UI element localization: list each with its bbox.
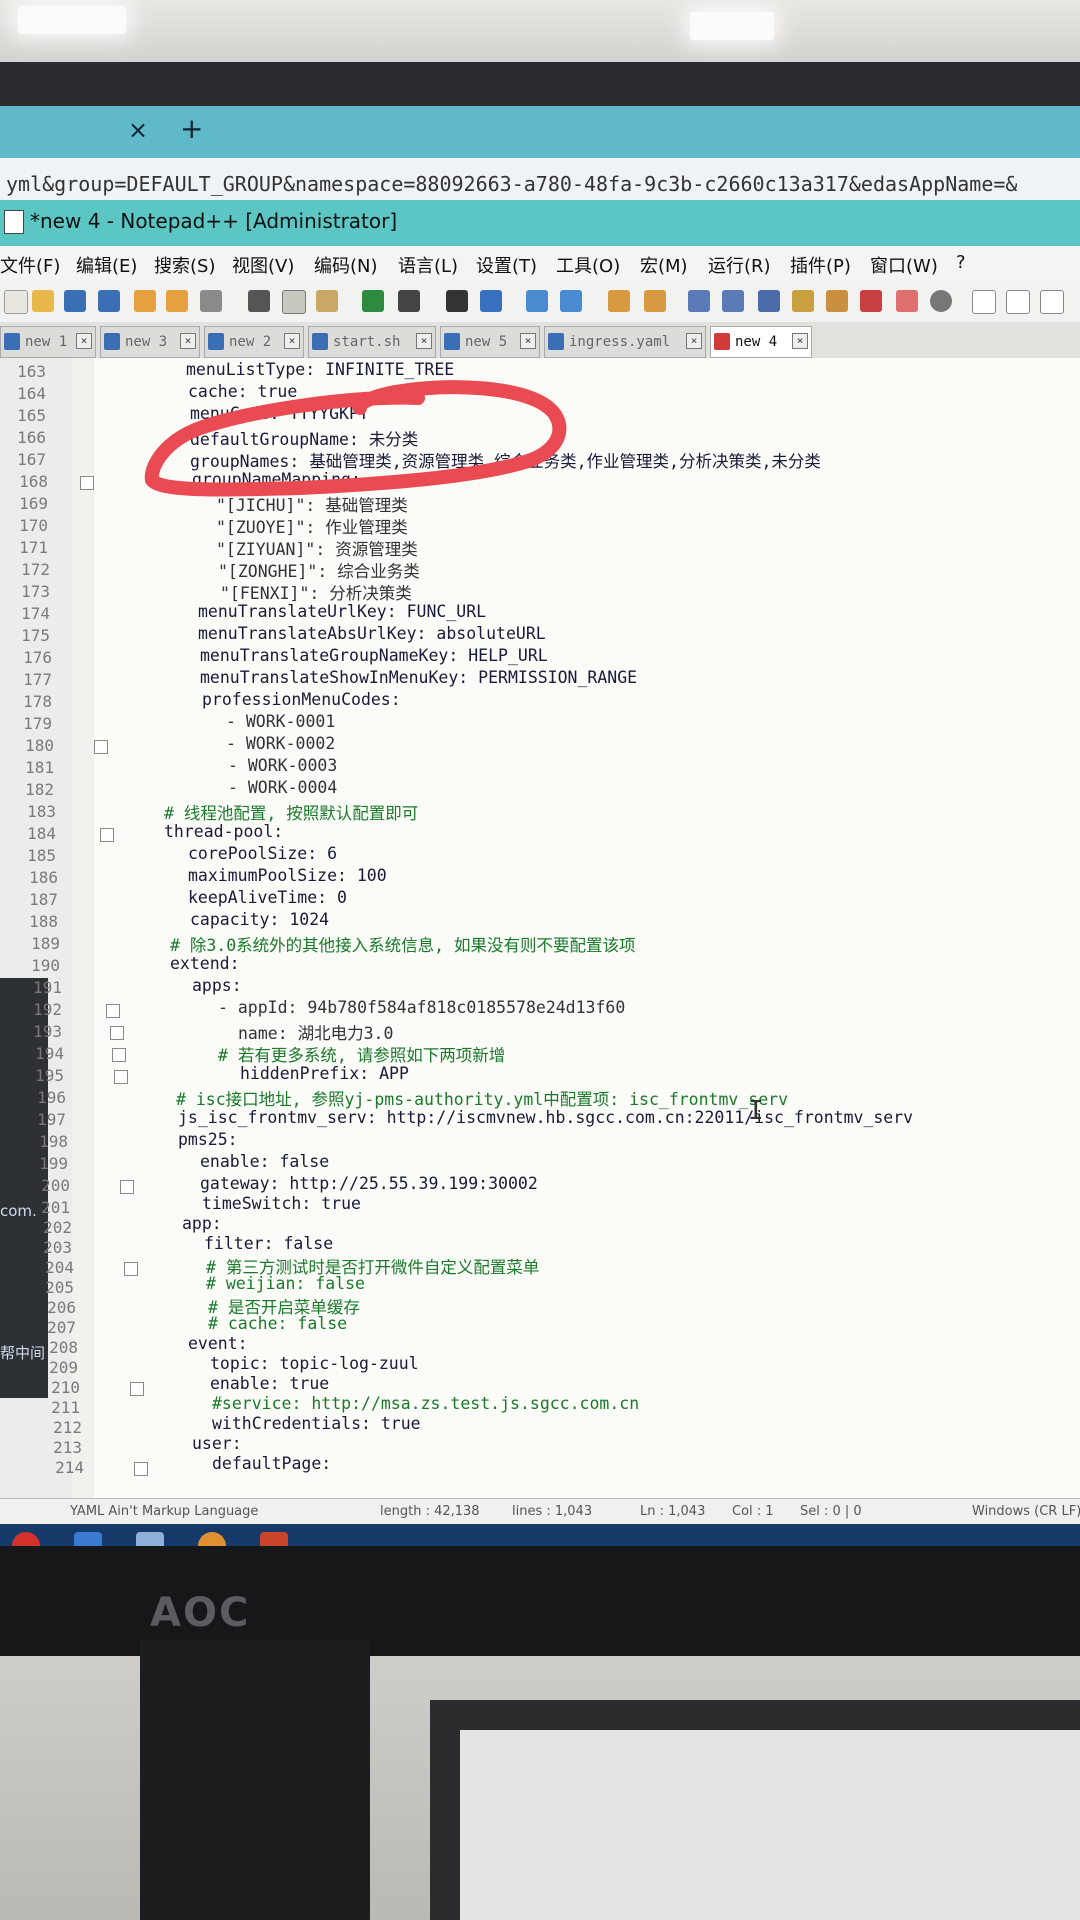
monitor-stand: [140, 1640, 370, 1920]
light-object: [460, 1730, 1080, 1920]
monitor-brand-logo: AOC: [150, 1590, 251, 1636]
